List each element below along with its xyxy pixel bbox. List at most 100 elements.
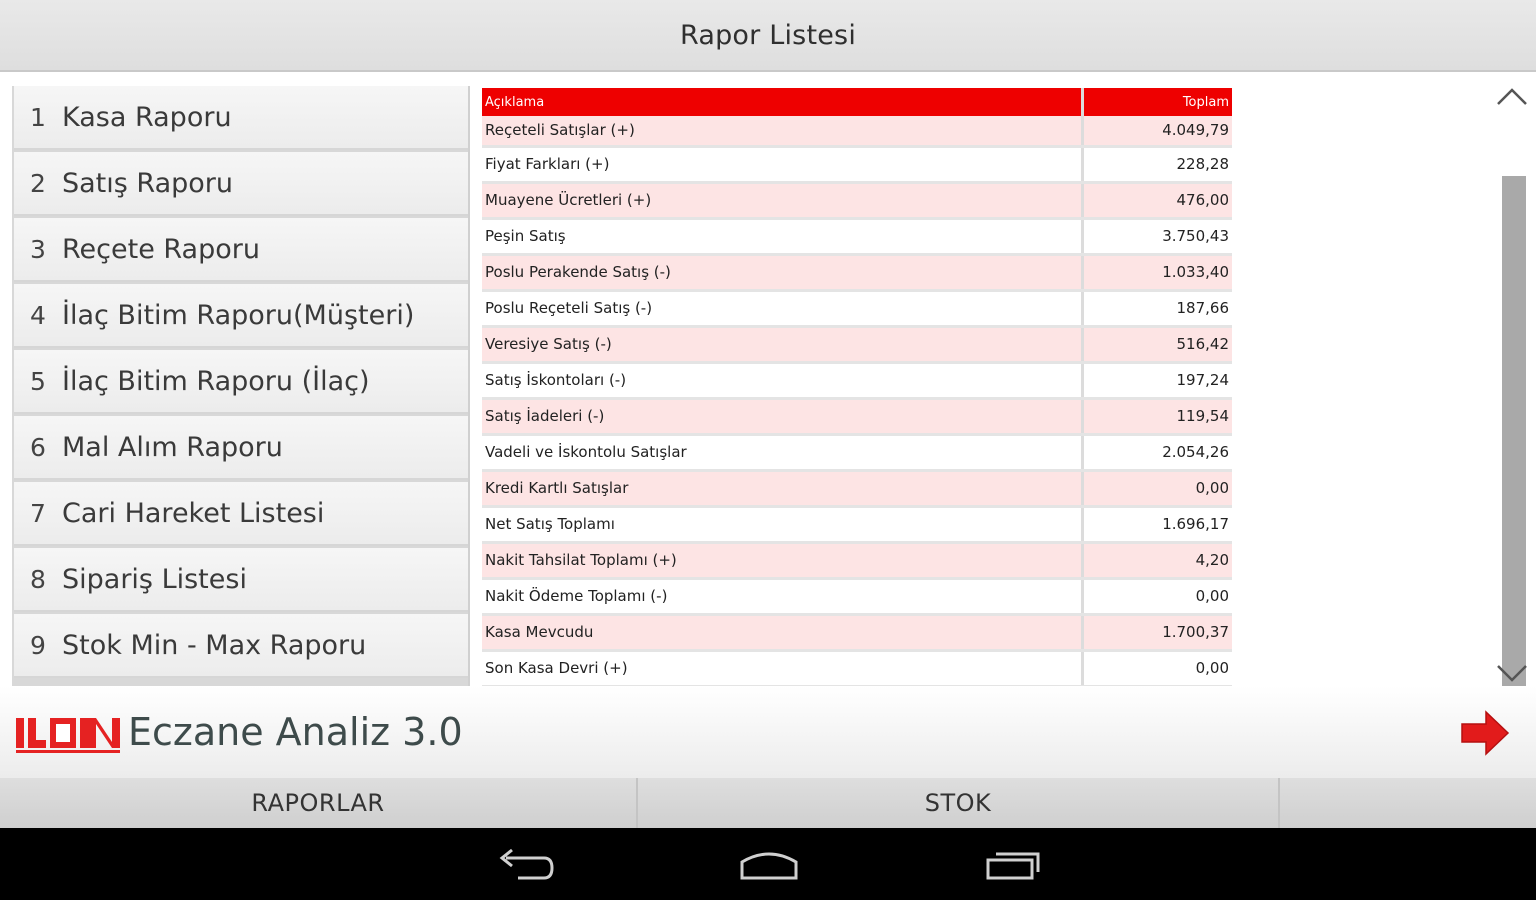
row-description: Nakit Ödeme Toplamı (-) [482, 578, 1084, 616]
item-number: 3 [30, 234, 46, 264]
row-description: Satış İskontoları (-) [482, 362, 1084, 400]
table-row: Peşin Satış 3.750,43 [482, 218, 1232, 256]
back-icon[interactable] [490, 842, 560, 886]
row-total: 516,42 [1082, 326, 1232, 364]
table-row: Kredi Kartlı Satışlar 0,00 [482, 470, 1232, 508]
row-total: 1.033,40 [1082, 254, 1232, 292]
bottom-tabs: RAPORLAR STOK [0, 778, 1536, 828]
row-total: 0,00 [1082, 578, 1232, 616]
report-table-container[interactable]: Açıklama Toplam Reçeteli Satışlar (+) 4.… [482, 88, 1232, 686]
row-description: Son Kasa Devri (+) [482, 650, 1084, 686]
system-nav-bar [0, 828, 1536, 900]
row-total: 187,66 [1082, 290, 1232, 328]
sidebar-item-cari-hareket[interactable]: 7 Cari Hareket Listesi [14, 482, 468, 546]
tab-empty[interactable] [1280, 778, 1536, 828]
row-total: 0,00 [1082, 650, 1232, 686]
chevron-down-icon[interactable] [1494, 660, 1530, 686]
table-row: Net Satış Toplamı 1.696,17 [482, 506, 1232, 544]
table-row: Vadeli ve İskontolu Satışlar 2.054,26 [482, 434, 1232, 472]
sidebar-item-ilac-bitim-musteri[interactable]: 4 İlaç Bitim Raporu(Müşteri) [14, 284, 468, 348]
scrollbar[interactable] [1502, 176, 1526, 738]
row-description: Reçeteli Satışlar (+) [482, 116, 1084, 148]
chevron-up-icon[interactable] [1494, 84, 1530, 110]
column-header-toplam: Toplam [1082, 88, 1232, 116]
table-row: Satış İskontoları (-) 197,24 [482, 362, 1232, 400]
report-list: 1 Kasa Raporu 2 Satış Raporu 3 Reçete Ra… [12, 86, 470, 686]
table-row: Son Kasa Devri (+) 0,00 [482, 650, 1232, 686]
item-number: 2 [30, 168, 46, 198]
item-number: 9 [30, 630, 46, 660]
row-total: 0,00 [1082, 470, 1232, 508]
item-number: 8 [30, 564, 46, 594]
table-header-row: Açıklama Toplam [482, 88, 1232, 116]
tab-raporlar[interactable]: RAPORLAR [0, 778, 638, 828]
home-icon[interactable] [734, 842, 804, 886]
item-number: 4 [30, 300, 46, 330]
row-description: Muayene Ücretleri (+) [482, 182, 1084, 220]
ilon-logo [14, 712, 124, 756]
table-row: Fiyat Farkları (+) 228,28 [482, 146, 1232, 184]
row-total: 197,24 [1082, 362, 1232, 400]
item-label: Stok Min - Max Raporu [62, 629, 367, 661]
main-content: 1 Kasa Raporu 2 Satış Raporu 3 Reçete Ra… [0, 74, 1536, 738]
row-total: 1.700,37 [1082, 614, 1232, 652]
table-row: Reçeteli Satışlar (+) 4.049,79 [482, 116, 1232, 148]
item-number: 7 [30, 498, 46, 528]
title-bar: Rapor Listesi [0, 0, 1536, 72]
table-row: Kasa Mevcudu 1.700,37 [482, 614, 1232, 652]
row-description: Fiyat Farkları (+) [482, 146, 1084, 184]
item-label: İlaç Bitim Raporu (İlaç) [62, 365, 370, 397]
app-title: Eczane Analiz 3.0 [128, 710, 463, 754]
sidebar-item-satis-raporu[interactable]: 2 Satış Raporu [14, 152, 468, 216]
table-row: Poslu Perakende Satış (-) 1.033,40 [482, 254, 1232, 292]
item-label: Kasa Raporu [62, 101, 232, 133]
row-total: 3.750,43 [1082, 218, 1232, 256]
item-number: 1 [30, 102, 46, 132]
sidebar-item-siparis-listesi[interactable]: 8 Sipariş Listesi [14, 548, 468, 612]
item-label: Reçete Raporu [62, 233, 260, 265]
sidebar-item-recete-raporu[interactable]: 3 Reçete Raporu [14, 218, 468, 282]
recent-apps-icon[interactable] [980, 842, 1050, 886]
table-row: Nakit Tahsilat Toplamı (+) 4,20 [482, 542, 1232, 580]
table-row: Poslu Reçeteli Satış (-) 187,66 [482, 290, 1232, 328]
row-total: 4.049,79 [1082, 116, 1232, 148]
item-number: 5 [30, 366, 46, 396]
row-total: 4,20 [1082, 542, 1232, 580]
item-label: Mal Alım Raporu [62, 431, 283, 463]
table-row: Veresiye Satış (-) 516,42 [482, 326, 1232, 364]
row-total: 228,28 [1082, 146, 1232, 184]
sidebar-item-ilac-bitim-ilac[interactable]: 5 İlaç Bitim Raporu (İlaç) [14, 350, 468, 414]
row-description: Poslu Perakende Satış (-) [482, 254, 1084, 292]
row-total: 2.054,26 [1082, 434, 1232, 472]
row-description: Kredi Kartlı Satışlar [482, 470, 1084, 508]
table-row: Nakit Ödeme Toplamı (-) 0,00 [482, 578, 1232, 616]
page-title: Rapor Listesi [679, 19, 857, 51]
table-row: Muayene Ücretleri (+) 476,00 [482, 182, 1232, 220]
item-number: 6 [30, 432, 46, 462]
item-label: Satış Raporu [62, 167, 234, 199]
row-description: Poslu Reçeteli Satış (-) [482, 290, 1084, 328]
row-total: 1.696,17 [1082, 506, 1232, 544]
item-label: Sipariş Listesi [62, 563, 247, 595]
row-description: Net Satış Toplamı [482, 506, 1084, 544]
report-table: Açıklama Toplam Reçeteli Satışlar (+) 4.… [482, 88, 1232, 686]
item-label: İlaç Bitim Raporu(Müşteri) [62, 299, 415, 331]
row-total: 119,54 [1082, 398, 1232, 436]
row-description: Kasa Mevcudu [482, 614, 1084, 652]
row-description: Satış İadeleri (-) [482, 398, 1084, 436]
row-total: 476,00 [1082, 182, 1232, 220]
app-screen: Rapor Listesi 1 Kasa Raporu 2 Satış Rapo… [0, 0, 1536, 900]
row-description: Vadeli ve İskontolu Satışlar [482, 434, 1084, 472]
tab-stok[interactable]: STOK [638, 778, 1280, 828]
item-label: Cari Hareket Listesi [62, 497, 325, 529]
red-arrow-right-icon[interactable] [1458, 708, 1512, 758]
row-description: Nakit Tahsilat Toplamı (+) [482, 542, 1084, 580]
sidebar-item-mal-alim-raporu[interactable]: 6 Mal Alım Raporu [14, 416, 468, 480]
row-description: Peşin Satış [482, 218, 1084, 256]
row-description: Veresiye Satış (-) [482, 326, 1084, 364]
sidebar-item-stok-min-max[interactable]: 9 Stok Min - Max Raporu [14, 614, 468, 678]
table-row: Satış İadeleri (-) 119,54 [482, 398, 1232, 436]
brand-bar: Eczane Analiz 3.0 [0, 686, 1536, 778]
column-header-aciklama: Açıklama [482, 88, 1084, 116]
sidebar-item-kasa-raporu[interactable]: 1 Kasa Raporu [14, 86, 468, 150]
